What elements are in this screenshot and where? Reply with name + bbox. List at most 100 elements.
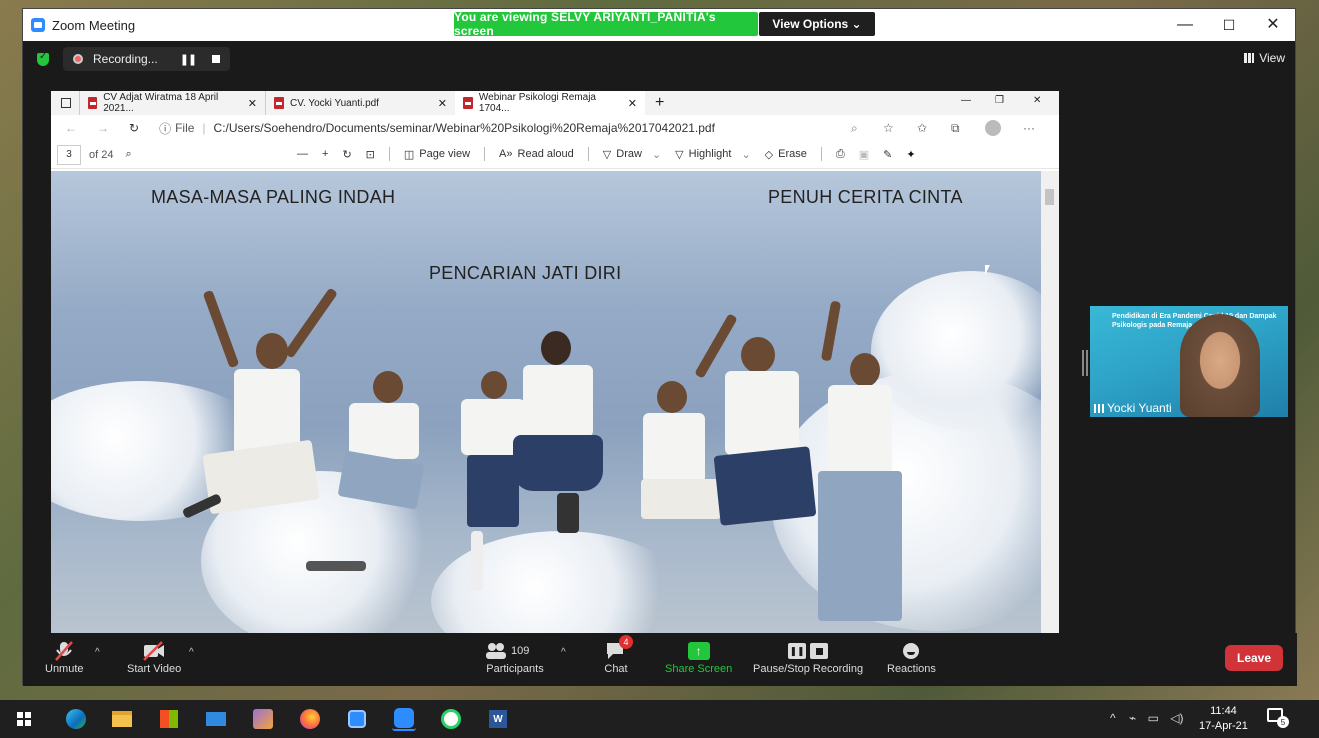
recording-indicator: Recording... ❚❚ — [63, 47, 231, 71]
close-icon[interactable]: ✕ — [1263, 15, 1283, 35]
info-icon[interactable]: ⓘ — [159, 120, 171, 137]
security-shield-icon[interactable] — [37, 51, 49, 66]
reactions-button[interactable]: Reactions — [887, 639, 936, 675]
erase-label: Erase — [778, 148, 807, 160]
zoom-icon[interactable]: ⌕ — [851, 121, 858, 136]
zoom-out-icon[interactable]: — — [297, 148, 308, 160]
student-figure — [806, 281, 916, 633]
tab-close-icon[interactable]: ✕ — [628, 97, 637, 110]
shared-screen: CV Adjat Wiratma 18 April 2021... ✕ CV. … — [51, 91, 1059, 633]
leave-button[interactable]: Leave — [1225, 645, 1283, 671]
store-icon[interactable] — [157, 707, 181, 731]
pdf-icon — [463, 97, 473, 109]
minimize-icon[interactable]: — — [961, 95, 971, 106]
pdf-scrollbar[interactable] — [1041, 171, 1059, 633]
photos-app-icon[interactable] — [251, 707, 275, 731]
student-figure — [337, 371, 451, 531]
participant-video[interactable]: Pendidikan di Era Pandemi Covid 19 dan D… — [1090, 306, 1288, 417]
view-button[interactable]: View — [1244, 51, 1285, 65]
tab-close-icon[interactable]: ✕ — [438, 97, 447, 110]
student-figure — [146, 271, 366, 591]
pause-stop-icon: ❚❚ — [785, 639, 831, 663]
view-options-button[interactable]: View Options ⌄ — [759, 12, 875, 36]
volume-icon[interactable]: ◁) — [1170, 711, 1183, 725]
chevron-up-icon[interactable]: ^ — [1110, 711, 1116, 725]
scrollbar-thumb[interactable] — [1045, 189, 1054, 205]
favorites-icon[interactable]: ✩ — [917, 121, 927, 135]
start-windows-icon[interactable] — [12, 707, 36, 731]
system-tray[interactable]: ^ ⌁ ▭ ◁) — [1110, 711, 1183, 725]
maximize-icon[interactable]: ☐ — [1219, 15, 1239, 35]
word-icon[interactable]: W — [486, 707, 510, 731]
fit-page-icon[interactable]: ⊡ — [366, 148, 375, 161]
back-icon[interactable]: ← — [65, 121, 77, 135]
erase-button[interactable]: ◇ Erase — [765, 148, 807, 161]
firefox-icon[interactable] — [298, 707, 322, 731]
tab-close-icon[interactable]: ✕ — [248, 97, 257, 110]
clock-time: 11:44 — [1210, 705, 1237, 717]
chevron-down-icon: ⌄ — [651, 148, 662, 161]
file-explorer-icon[interactable] — [110, 707, 134, 731]
battery-icon[interactable]: ▭ — [1148, 711, 1159, 725]
start-video-button[interactable]: Start Video — [127, 639, 181, 675]
tab-label: CV. Yocki Yuanti.pdf — [290, 97, 379, 109]
mail-icon[interactable] — [204, 707, 228, 731]
network-icon[interactable]: ⌁ — [1129, 711, 1136, 725]
tab-actions-icon[interactable] — [61, 98, 71, 108]
read-mode-icon[interactable]: ☆ — [883, 121, 894, 135]
restore-icon[interactable]: ❐ — [995, 95, 1004, 106]
notification-center-icon[interactable]: 5 — [1267, 708, 1289, 728]
zoom-logo-icon — [31, 18, 45, 32]
page-number-input[interactable]: 3 — [57, 144, 81, 165]
participants-button[interactable]: 109 Participants — [485, 639, 545, 675]
chevron-up-icon[interactable]: ^ — [561, 647, 566, 658]
share-screen-button[interactable]: ↑ Share Screen — [665, 639, 732, 675]
profile-avatar[interactable] — [985, 120, 1001, 136]
whatsapp-icon[interactable] — [439, 707, 463, 731]
more-icon[interactable]: ··· — [1023, 121, 1035, 135]
forward-icon[interactable]: → — [97, 121, 109, 135]
grid-icon — [1244, 53, 1255, 63]
chevron-up-icon[interactable]: ^ — [189, 647, 194, 658]
taskbar-clock[interactable]: 11:44 17-Apr-21 — [1199, 704, 1248, 734]
chat-label: Chat — [604, 663, 628, 675]
pin-icon[interactable]: ✦ — [906, 148, 915, 161]
slide-text-left: MASA-MASA PALING INDAH — [151, 187, 396, 207]
page-view-button[interactable]: ◫ Page view — [404, 148, 470, 161]
tab-webinar[interactable]: Webinar Psikologi Remaja 1704... ✕ — [455, 91, 645, 115]
tab-cv-yocki[interactable]: CV. Yocki Yuanti.pdf ✕ — [265, 91, 455, 115]
pdf-icon — [274, 97, 284, 109]
search-icon[interactable]: ⌕ — [125, 148, 131, 161]
divider — [820, 147, 822, 161]
pause-icon[interactable]: ❚❚ — [180, 53, 197, 66]
reactions-label: Reactions — [887, 663, 936, 675]
close-icon[interactable]: ✕ — [1033, 95, 1041, 106]
rotate-icon[interactable]: ↻ — [342, 148, 351, 161]
draw-button[interactable]: ▽ Draw ⌄ — [603, 148, 661, 161]
edge-icon[interactable] — [64, 707, 88, 731]
refresh-icon[interactable]: ↻ — [129, 121, 139, 135]
chat-button[interactable]: 4 Chat — [601, 635, 633, 675]
highlight-icon: ▽ — [675, 148, 684, 161]
collections-icon[interactable]: ⧉ — [951, 121, 960, 136]
unmute-button[interactable]: Unmute — [45, 639, 84, 675]
read-aloud-button[interactable]: A» Read aloud — [499, 148, 574, 160]
zoom-app-icon[interactable] — [392, 707, 416, 731]
new-tab-icon[interactable]: + — [655, 94, 664, 112]
minimize-icon[interactable]: — — [1175, 15, 1195, 35]
chevron-up-icon[interactable]: ^ — [95, 647, 100, 658]
pause-stop-recording-button[interactable]: ❚❚ Pause/Stop Recording — [753, 639, 863, 675]
zoom-in-icon[interactable]: + — [322, 148, 328, 160]
slide-text-center: PENCARIAN JATI DIRI — [429, 263, 622, 283]
highlight-button[interactable]: ▽ Highlight ⌄ — [675, 148, 751, 161]
save-icon[interactable]: ▣ — [859, 148, 869, 161]
participant-name: Yocki Yuanti — [1107, 401, 1172, 415]
save-as-icon[interactable]: ✎ — [883, 148, 892, 161]
instagram-icon[interactable] — [345, 707, 369, 731]
tab-cv-adjat[interactable]: CV Adjat Wiratma 18 April 2021... ✕ — [79, 91, 265, 115]
address-prefix: File — [175, 121, 195, 135]
panel-splitter[interactable] — [1082, 350, 1088, 376]
print-icon[interactable]: ⎙ — [836, 148, 845, 161]
stop-icon[interactable] — [212, 55, 221, 63]
address-url[interactable]: C:/Users/Soehendro/Documents/seminar/Web… — [214, 121, 715, 135]
